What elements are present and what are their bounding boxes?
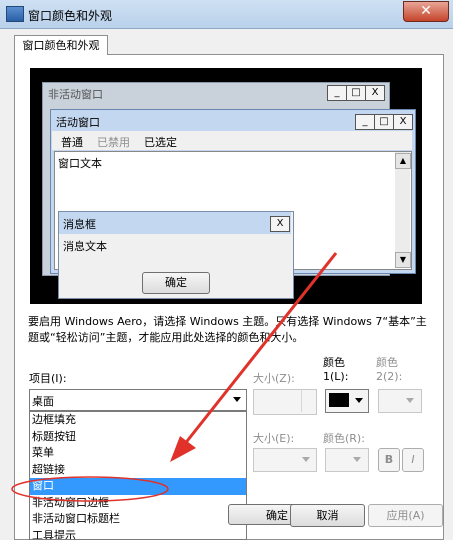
annotation-ellipse [12, 477, 168, 501]
annotation-arrow-head [170, 436, 196, 462]
annotation-overlay [0, 0, 453, 538]
annotation-arrow-shaft [180, 253, 336, 450]
